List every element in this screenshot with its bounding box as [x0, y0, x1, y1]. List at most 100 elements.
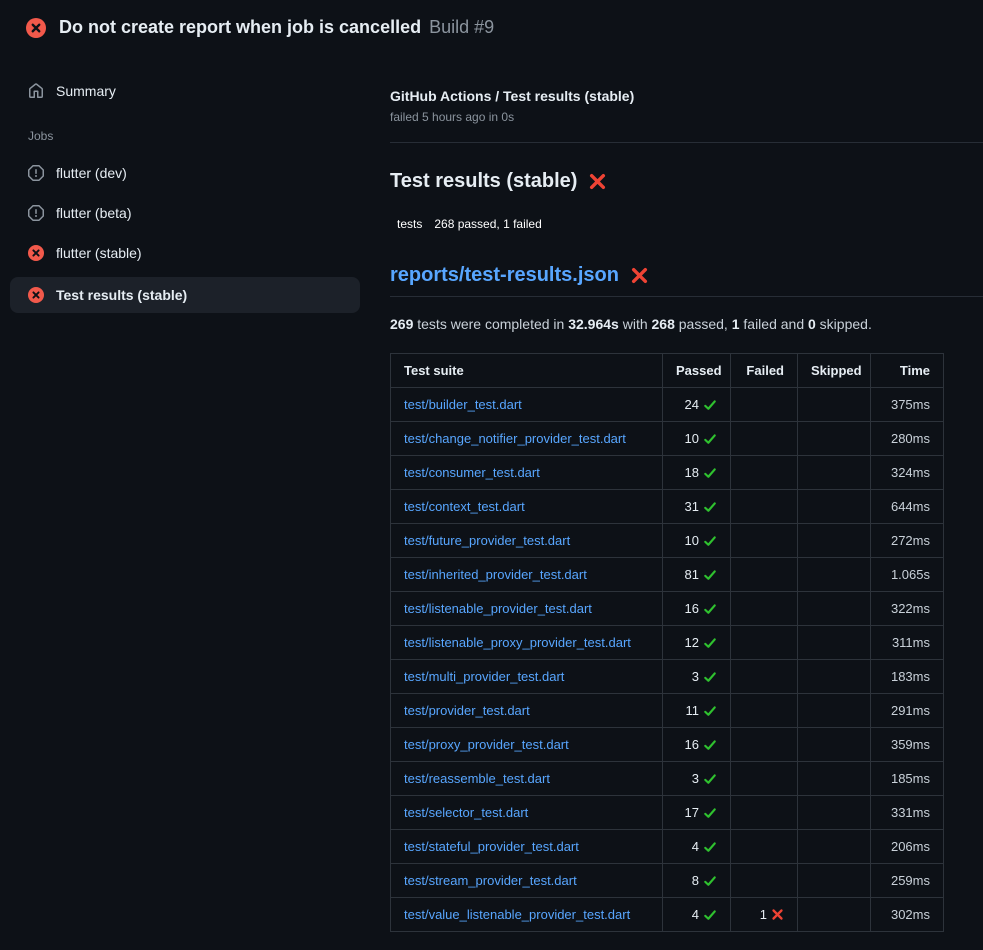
sidebar-item-job[interactable]: flutter (beta)	[10, 197, 360, 229]
column-header: Test suite	[391, 354, 663, 388]
suite-link[interactable]: test/stream_provider_test.dart	[404, 873, 577, 888]
failed-cell	[731, 592, 798, 626]
suite-link[interactable]: test/selector_test.dart	[404, 805, 528, 820]
sidebar-item-job[interactable]: flutter (stable)	[10, 237, 360, 269]
suite-link[interactable]: test/builder_test.dart	[404, 397, 522, 412]
test-results-table: Test suitePassedFailedSkippedTime test/b…	[390, 353, 944, 932]
time-cell: 259ms	[871, 864, 944, 898]
passed-cell: 4	[663, 830, 731, 864]
skipped-cell	[798, 864, 871, 898]
section-divider	[390, 142, 983, 143]
build-title: Do not create report when job is cancell…	[59, 17, 421, 37]
suite-link[interactable]: test/consumer_test.dart	[404, 465, 540, 480]
check-icon	[703, 874, 717, 888]
failed-cell	[731, 694, 798, 728]
report-file-link[interactable]: reports/test-results.json	[390, 263, 619, 287]
suite-cell: test/listenable_proxy_provider_test.dart	[391, 626, 663, 660]
x-icon	[771, 908, 784, 921]
count-with-icon: 24	[685, 397, 717, 412]
suite-link[interactable]: test/multi_provider_test.dart	[404, 669, 564, 684]
time-cell: 644ms	[871, 490, 944, 524]
count-with-icon: 4	[692, 839, 717, 854]
suite-cell: test/change_notifier_provider_test.dart	[391, 422, 663, 456]
passed-cell: 3	[663, 762, 731, 796]
suite-link[interactable]: test/stateful_provider_test.dart	[404, 839, 579, 854]
table-row: test/value_listenable_provider_test.dart…	[391, 898, 944, 932]
failed-cell	[731, 864, 798, 898]
failed-cell	[731, 422, 798, 456]
table-row: test/stream_provider_test.dart 8 259ms	[391, 864, 944, 898]
check-icon	[703, 840, 717, 854]
x-circle-fill-icon	[26, 18, 46, 38]
skipped-cell	[798, 694, 871, 728]
skipped-cell	[798, 626, 871, 660]
suite-link[interactable]: test/inherited_provider_test.dart	[404, 567, 587, 582]
count-with-icon: 8	[692, 873, 717, 888]
build-header: Do not create report when job is cancell…	[0, 0, 983, 51]
summary-segment: 0	[808, 316, 816, 332]
check-icon	[703, 738, 717, 752]
sidebar-item-job[interactable]: flutter (dev)	[10, 157, 360, 189]
sidebar-item-summary[interactable]: Summary	[10, 75, 360, 107]
check-icon	[703, 670, 717, 684]
check-icon	[703, 568, 717, 582]
column-header: Passed	[663, 354, 731, 388]
suite-cell: test/stream_provider_test.dart	[391, 864, 663, 898]
suite-cell: test/builder_test.dart	[391, 388, 663, 422]
suite-link[interactable]: test/listenable_proxy_provider_test.dart	[404, 635, 631, 650]
passed-cell: 8	[663, 864, 731, 898]
suite-link[interactable]: test/proxy_provider_test.dart	[404, 737, 569, 752]
summary-segment: tests were completed in	[413, 316, 568, 332]
suite-link[interactable]: test/context_test.dart	[404, 499, 525, 514]
time-cell: 302ms	[871, 898, 944, 932]
failed-cell	[731, 388, 798, 422]
suite-link[interactable]: test/value_listenable_provider_test.dart	[404, 907, 630, 922]
table-row: test/change_notifier_provider_test.dart 1…	[391, 422, 944, 456]
count-with-icon: 3	[692, 669, 717, 684]
suite-link[interactable]: test/listenable_provider_test.dart	[404, 601, 592, 616]
suite-link[interactable]: test/change_notifier_provider_test.dart	[404, 431, 626, 446]
passed-cell: 31	[663, 490, 731, 524]
job-label: Test results (stable)	[56, 287, 187, 303]
count-with-icon: 16	[685, 601, 717, 616]
failed-cell	[731, 524, 798, 558]
table-row: test/context_test.dart 31 644ms	[391, 490, 944, 524]
suite-link[interactable]: test/provider_test.dart	[404, 703, 530, 718]
table-row: test/future_provider_test.dart10272ms	[391, 524, 944, 558]
table-row: test/stateful_provider_test.dart4206ms	[391, 830, 944, 864]
table-row: test/listenable_provider_test.dart16322m…	[391, 592, 944, 626]
job-label: flutter (beta)	[56, 205, 131, 221]
check-icon	[703, 534, 717, 548]
count-with-icon: 16	[685, 737, 717, 752]
suite-cell: test/multi_provider_test.dart	[391, 660, 663, 694]
suite-cell: test/stateful_provider_test.dart	[391, 830, 663, 864]
check-icon	[703, 602, 717, 616]
suite-cell: test/value_listenable_provider_test.dart	[391, 898, 663, 932]
table-row: test/provider_test.dart11291ms	[391, 694, 944, 728]
time-cell: 183ms	[871, 660, 944, 694]
stop-icon	[28, 205, 44, 221]
summary-segment: 1	[732, 316, 740, 332]
build-number: Build #9	[429, 17, 494, 37]
summary-segment: passed,	[675, 316, 732, 332]
count-with-icon: 12	[685, 635, 717, 650]
x-circle-fill-icon	[28, 245, 44, 261]
sidebar-summary-label: Summary	[56, 83, 116, 99]
passed-cell: 18	[663, 456, 731, 490]
failed-cell	[731, 796, 798, 830]
suite-link[interactable]: test/reassemble_test.dart	[404, 771, 550, 786]
suite-cell: test/reassemble_test.dart	[391, 762, 663, 796]
count-with-icon: 18	[685, 465, 717, 480]
suite-cell: test/provider_test.dart	[391, 694, 663, 728]
time-cell: 375ms	[871, 388, 944, 422]
sidebar-item-job[interactable]: Test results (stable)	[10, 277, 360, 313]
tests-badge: tests 268 passed, 1 failed	[390, 213, 550, 235]
failed-cell	[731, 728, 798, 762]
suite-link[interactable]: test/future_provider_test.dart	[404, 533, 570, 548]
passed-cell: 24	[663, 388, 731, 422]
count-with-icon: 10	[685, 431, 717, 446]
suite-cell: test/consumer_test.dart	[391, 456, 663, 490]
section-title-text: Test results (stable)	[390, 169, 577, 193]
table-body: test/builder_test.dart24375mstest/change…	[391, 388, 944, 932]
passed-cell: 10	[663, 422, 731, 456]
